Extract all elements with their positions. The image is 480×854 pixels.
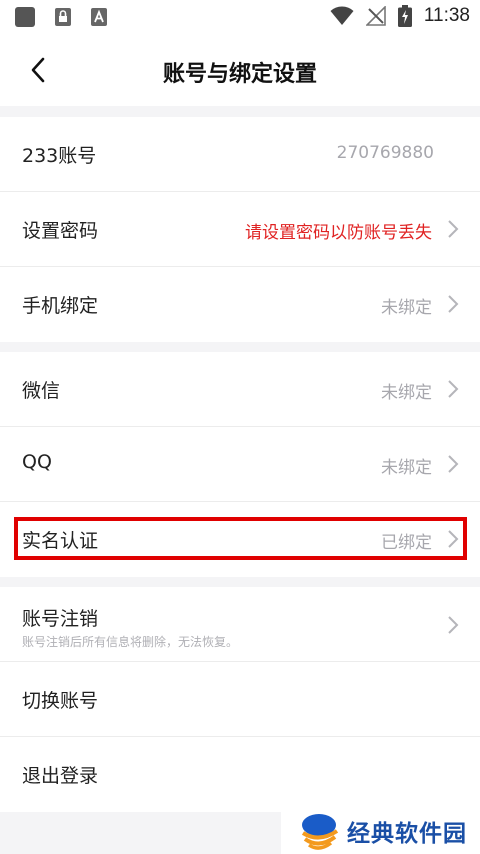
status-bar: 11:38: [0, 0, 480, 34]
phone-binding-status: 未绑定: [381, 298, 432, 318]
qq-label: QQ: [22, 451, 52, 473]
watermark-text: 经典软件园: [347, 820, 467, 847]
account-group: 233账号 270769880 设置密码 请设置密码以防账号丢失 手机绑定 未绑…: [0, 117, 480, 342]
chevron-right-icon: [448, 616, 459, 634]
row-logout[interactable]: 退出登录: [0, 737, 480, 812]
watermark-logo-icon: [301, 813, 339, 850]
chevron-right-icon: [448, 530, 459, 548]
logout-label: 退出登录: [22, 765, 99, 787]
status-right-icons: 11:38: [330, 5, 470, 27]
chevron-right-icon: [448, 295, 459, 313]
phone-binding-label: 手机绑定: [22, 295, 99, 317]
row-real-name-verification[interactable]: 实名认证 已绑定: [0, 502, 480, 577]
delete-account-label: 账号注销: [22, 608, 99, 630]
wechat-label: 微信: [22, 380, 61, 402]
chevron-right-icon: [448, 380, 459, 398]
status-left-icons: [14, 6, 108, 28]
app-square-icon: [15, 7, 35, 27]
real-name-status: 已绑定: [381, 533, 432, 553]
watermark: 经典软件园: [281, 807, 480, 854]
binding-group: 微信 未绑定 QQ 未绑定 实名认证 已绑定: [0, 352, 480, 577]
account-actions-group: 账号注销 账号注销后所有信息将删除，无法恢复。 切换账号 退出登录: [0, 587, 480, 812]
lock-app-icon: [55, 8, 71, 26]
battery-charging-icon: [397, 5, 412, 27]
page-title: 账号与绑定设置: [162, 62, 317, 87]
status-time: 11:38: [423, 5, 470, 26]
wifi-icon: [330, 6, 354, 25]
row-set-password[interactable]: 设置密码 请设置密码以防账号丢失: [0, 192, 480, 267]
wechat-status: 未绑定: [381, 383, 432, 403]
row-delete-account[interactable]: 账号注销 账号注销后所有信息将删除，无法恢复。: [0, 587, 480, 662]
qq-status: 未绑定: [381, 458, 432, 478]
nav-bar: 账号与绑定设置: [0, 34, 480, 106]
row-switch-account[interactable]: 切换账号: [0, 662, 480, 737]
account-id-value: 270769880: [336, 143, 434, 163]
row-account-id: 233账号 270769880: [0, 117, 480, 192]
set-password-label: 设置密码: [22, 220, 99, 242]
row-qq[interactable]: QQ 未绑定: [0, 427, 480, 502]
account-id-label: 233账号: [22, 145, 97, 167]
real-name-label: 实名认证: [22, 530, 99, 552]
chevron-right-icon: [448, 220, 459, 238]
switch-account-label: 切换账号: [22, 690, 99, 712]
no-signal-icon: [365, 6, 386, 26]
chevron-right-icon: [448, 455, 459, 473]
delete-account-hint: 账号注销后所有信息将删除，无法恢复。: [22, 635, 239, 649]
set-password-warning: 请设置密码以防账号丢失: [245, 223, 432, 243]
row-wechat[interactable]: 微信 未绑定: [0, 352, 480, 427]
font-app-icon: [91, 8, 107, 26]
row-phone-binding[interactable]: 手机绑定 未绑定: [0, 267, 480, 342]
